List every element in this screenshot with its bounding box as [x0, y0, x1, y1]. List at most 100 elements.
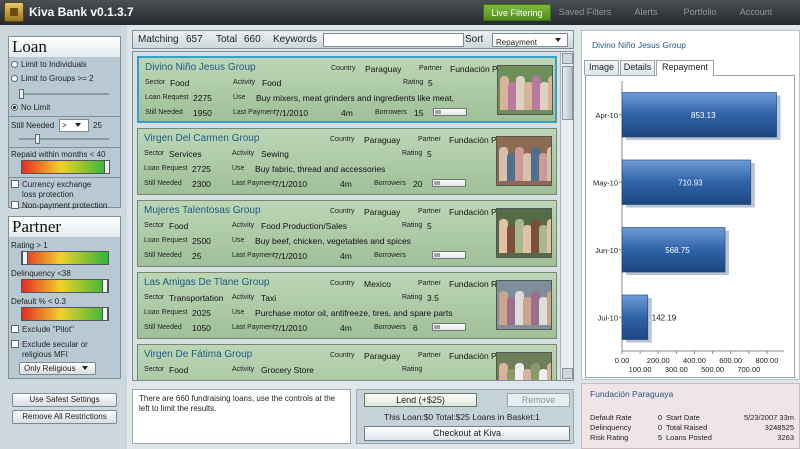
tab-alerts[interactable]: Alerts — [626, 4, 666, 21]
religious-select-value: Only Religious — [24, 364, 76, 373]
radio-icon[interactable] — [11, 61, 18, 68]
loan-card[interactable]: Virgen De Fátima Group Country Paraguay … — [137, 344, 557, 380]
term-value: 4m — [340, 251, 352, 261]
borrower-photo[interactable] — [496, 280, 552, 330]
x-tick-label: 500.00 — [701, 365, 724, 374]
partner-filter-section: Partner Rating > 1 Delinquency <38 Defau… — [8, 216, 121, 379]
amount-slider[interactable] — [432, 251, 466, 259]
tab-saved-filters[interactable]: Saved Filters — [553, 4, 617, 21]
partner-label: Partner — [418, 280, 441, 287]
tab-repayment[interactable]: Repayment — [656, 60, 714, 76]
chevron-down-icon — [555, 38, 561, 42]
tab-account[interactable]: Account — [733, 4, 779, 21]
scroll-down-icon[interactable] — [562, 368, 573, 379]
borrower-photo[interactable] — [496, 208, 552, 258]
country-label: Country — [330, 280, 355, 287]
loan-card[interactable]: Las Amigas De Tlane Group Country Mexico… — [137, 272, 557, 339]
y-tick-label: Apr-10 — [595, 111, 618, 120]
exclude-secular-option[interactable]: Exclude secular or — [11, 340, 88, 349]
nonpayment-protection-option[interactable]: Non-payment protection — [11, 201, 107, 210]
country-value: Paraguay — [364, 135, 401, 145]
checkout-button[interactable]: Checkout at Kiva — [364, 426, 570, 441]
still-needed-slider[interactable] — [19, 134, 109, 144]
loan-request-label: Loan Request — [145, 94, 189, 101]
checkbox-icon[interactable] — [11, 201, 19, 209]
limit-groups-option[interactable]: Limit to Groups >= 2 — [11, 74, 93, 83]
tab-live-filtering[interactable]: Live Filtering — [483, 4, 551, 21]
radio-icon[interactable] — [11, 75, 18, 82]
amount-slider[interactable] — [432, 323, 466, 331]
keywords-input[interactable] — [323, 33, 464, 47]
loan-list-scrollbar[interactable] — [560, 52, 573, 380]
activity-label: Activity — [233, 79, 256, 86]
matching-count: 657 — [186, 34, 203, 45]
remove-all-restrictions-button[interactable]: Remove All Restrictions — [12, 410, 117, 424]
activity-value: Food — [262, 78, 282, 88]
scroll-up-icon[interactable] — [562, 53, 573, 64]
checkbox-icon[interactable] — [11, 180, 19, 188]
still-needed-value: 25 — [93, 121, 102, 130]
default-rate-label: Default Rate — [590, 413, 632, 422]
borrower-photo[interactable] — [496, 136, 552, 186]
loan-name[interactable]: Mujeres Talentosas Group — [144, 205, 261, 216]
loan-card[interactable]: Mujeres Talentosas Group Country Paragua… — [137, 200, 557, 267]
remove-button[interactable]: Remove — [507, 393, 570, 407]
rating-slider[interactable] — [21, 251, 109, 265]
group-size-slider[interactable] — [19, 89, 109, 99]
delinquency-slider[interactable] — [21, 279, 109, 293]
tab-portfolio[interactable]: Portfolio — [677, 4, 723, 21]
loan-name[interactable]: Virgen Del Carmen Group — [144, 133, 259, 144]
last-payment-value: 7/1/2010 — [274, 251, 308, 261]
total-raised-value: 3248525 — [764, 423, 794, 432]
x-tick-label: 800.00 — [755, 356, 778, 365]
amount-slider[interactable] — [433, 108, 467, 116]
checkbox-icon[interactable] — [11, 325, 19, 333]
loan-card[interactable]: Virgen Del Carmen Group Country Paraguay… — [137, 128, 557, 195]
repaid-within-slider[interactable] — [21, 160, 110, 174]
still-needed-operator: > — [62, 121, 67, 130]
currency-protection-option[interactable]: Currency exchange — [11, 180, 91, 189]
amount-slider[interactable] — [432, 179, 466, 187]
last-payment-label: Last Payment — [232, 180, 275, 187]
lend-button[interactable]: Lend (+$25) — [364, 393, 477, 407]
no-limit-option[interactable]: No Limit — [11, 103, 50, 112]
x-tick-label: 200.00 — [647, 356, 670, 365]
activity-value: Sewing — [261, 149, 289, 159]
borrowers-label: Borrowers — [375, 109, 407, 116]
loan-card[interactable]: Divino Niño Jesus Group Country Paraguay… — [137, 56, 557, 123]
sort-label: Sort — [465, 34, 484, 45]
exclude-pilot-option[interactable]: Exclude "Pilot" — [11, 325, 74, 334]
loan-request-label: Loan Request — [144, 165, 188, 172]
tab-image[interactable]: Image — [584, 60, 619, 75]
still-needed-operator-select[interactable]: > — [59, 119, 89, 132]
limit-individuals-option[interactable]: Limit to Individuals — [11, 60, 87, 69]
loan-request-value: 2725 — [192, 164, 211, 174]
bar-value-label: 853.13 — [691, 111, 716, 120]
limit-individuals-label: Limit to Individuals — [21, 60, 87, 69]
rating-label: Rating > 1 — [11, 241, 48, 250]
sort-value: Repayment — [496, 38, 537, 47]
borrowers-label: Borrowers — [374, 252, 406, 259]
checkbox-icon[interactable] — [11, 340, 19, 348]
still-needed-value: 1050 — [192, 323, 211, 333]
activity-value: Grocery Store — [261, 365, 314, 375]
sort-select[interactable]: Repayment — [492, 33, 568, 47]
loan-name[interactable]: Virgen De Fátima Group — [144, 349, 252, 360]
borrower-photo[interactable] — [496, 352, 552, 380]
last-payment-label: Last Payment — [232, 252, 275, 259]
default-slider[interactable] — [21, 307, 109, 321]
borrower-photo[interactable] — [497, 65, 553, 115]
delinquency-summary-label: Delinquency — [590, 423, 632, 432]
radio-selected-icon[interactable] — [11, 104, 18, 111]
loan-name[interactable]: Las Amigas De Tlane Group — [144, 277, 269, 288]
sector-label: Sector — [144, 222, 165, 229]
loan-name[interactable]: Divino Niño Jesus Group — [145, 62, 256, 73]
scroll-thumb[interactable] — [562, 66, 573, 120]
sector-label: Sector — [144, 150, 165, 157]
tab-details[interactable]: Details — [620, 60, 655, 75]
sector-label: Sector — [144, 294, 165, 301]
activity-value: Taxi — [261, 293, 277, 303]
partner-label: Partner — [418, 208, 441, 215]
use-safest-settings-button[interactable]: Use Safest Settings — [12, 393, 117, 407]
religious-select[interactable]: Only Religious — [19, 362, 96, 375]
